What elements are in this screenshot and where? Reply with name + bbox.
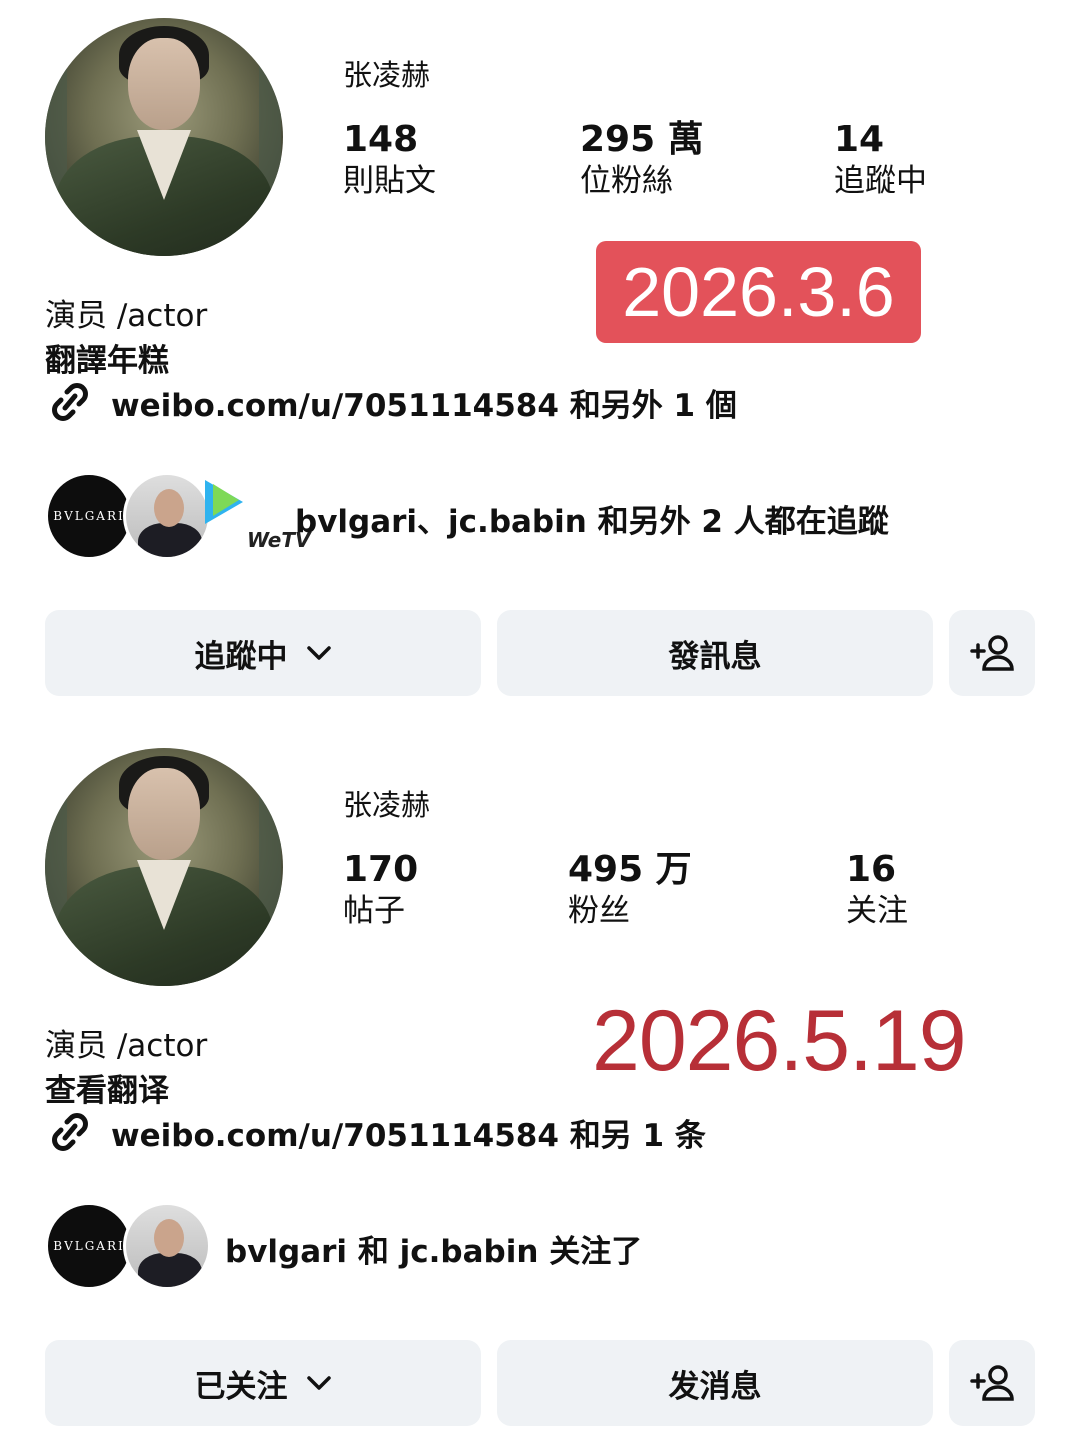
button-label: 已关注 xyxy=(194,1368,288,1405)
wetv-logo-icon: WeTV xyxy=(205,480,310,560)
button-label: 發訊息 xyxy=(668,638,762,675)
stat-followers[interactable]: 495 万 粉丝 xyxy=(568,848,692,930)
stat-following[interactable]: 14 追蹤中 xyxy=(834,118,927,200)
bio-line: 演员 /actor xyxy=(45,1028,208,1064)
followed-by-text: bvlgari 和 jc.babin 关注了 xyxy=(225,1234,643,1270)
message-button[interactable]: 发消息 xyxy=(497,1340,933,1426)
stat-posts[interactable]: 170 帖子 xyxy=(343,848,418,930)
stat-label: 追蹤中 xyxy=(834,163,927,199)
stat-value: 148 xyxy=(343,119,419,160)
stat-value: 16 xyxy=(846,849,897,890)
stat-posts[interactable]: 148 則貼文 xyxy=(343,118,436,200)
profile-name: 张凌赫 xyxy=(343,58,431,92)
followed-by-row[interactable]: BVLGARI WeTV bvlgari、jc.babin 和另外 2 人都在追… xyxy=(45,472,1025,562)
profile-card-1: 张凌赫 148 則貼文 295 萬 位粉絲 14 追蹤中 2026.3.6 演员… xyxy=(0,0,1080,700)
add-person-icon xyxy=(970,635,1014,671)
add-person-button[interactable] xyxy=(949,610,1035,696)
stat-value: 14 xyxy=(834,119,885,160)
stat-followers[interactable]: 295 萬 位粉絲 xyxy=(580,118,704,200)
followed-by-row[interactable]: BVLGARI bvlgari 和 jc.babin 关注了 xyxy=(45,1202,1025,1292)
chevron-down-icon xyxy=(306,1376,331,1390)
stat-value: 495 万 xyxy=(568,849,692,890)
profile-link[interactable]: weibo.com/u/7051114584 和另 1 条 xyxy=(45,1110,706,1154)
stat-following[interactable]: 16 关注 xyxy=(846,848,908,930)
stat-label: 粉丝 xyxy=(568,893,630,929)
link-text: weibo.com/u/7051114584 和另外 1 個 xyxy=(111,387,737,424)
bvlgari-avatar: BVLGARI xyxy=(45,1202,133,1290)
profile-avatar[interactable] xyxy=(45,18,283,256)
stat-label: 帖子 xyxy=(343,893,405,929)
profile-name: 张凌赫 xyxy=(343,788,431,822)
stat-label: 位粉絲 xyxy=(580,163,673,199)
link-icon xyxy=(52,1113,88,1151)
button-label: 发消息 xyxy=(668,1368,762,1405)
profile-avatar[interactable] xyxy=(45,748,283,986)
add-person-button[interactable] xyxy=(949,1340,1035,1426)
translate-link[interactable]: 翻譯年糕 xyxy=(45,335,169,380)
translate-link[interactable]: 查看翻译 xyxy=(45,1065,169,1110)
bvlgari-avatar: BVLGARI xyxy=(45,472,133,560)
chevron-down-icon xyxy=(306,646,331,660)
link-text: weibo.com/u/7051114584 和另 1 条 xyxy=(111,1117,706,1154)
stat-value: 295 萬 xyxy=(580,119,704,160)
jc-babin-avatar xyxy=(123,472,211,560)
message-button[interactable]: 發訊息 xyxy=(497,610,933,696)
following-button[interactable]: 追蹤中 xyxy=(45,610,481,696)
followed-by-text: bvlgari、jc.babin 和另外 2 人都在追蹤 xyxy=(295,504,889,540)
stat-label: 則貼文 xyxy=(343,163,436,199)
button-label: 追蹤中 xyxy=(194,638,288,675)
date-badge: 2026.3.6 xyxy=(596,241,921,343)
stat-value: 170 xyxy=(343,849,419,890)
date-label: 2026.5.19 xyxy=(592,993,967,1089)
profile-card-2: 张凌赫 170 帖子 495 万 粉丝 16 关注 2026.5.19 演员 /… xyxy=(0,730,1080,1430)
add-person-icon xyxy=(970,1365,1014,1401)
bio-line: 演员 /actor xyxy=(45,298,208,334)
stat-label: 关注 xyxy=(846,893,908,929)
following-button[interactable]: 已关注 xyxy=(45,1340,481,1426)
profile-link[interactable]: weibo.com/u/7051114584 和另外 1 個 xyxy=(45,380,737,424)
link-icon xyxy=(52,383,88,421)
jc-babin-avatar xyxy=(123,1202,211,1290)
